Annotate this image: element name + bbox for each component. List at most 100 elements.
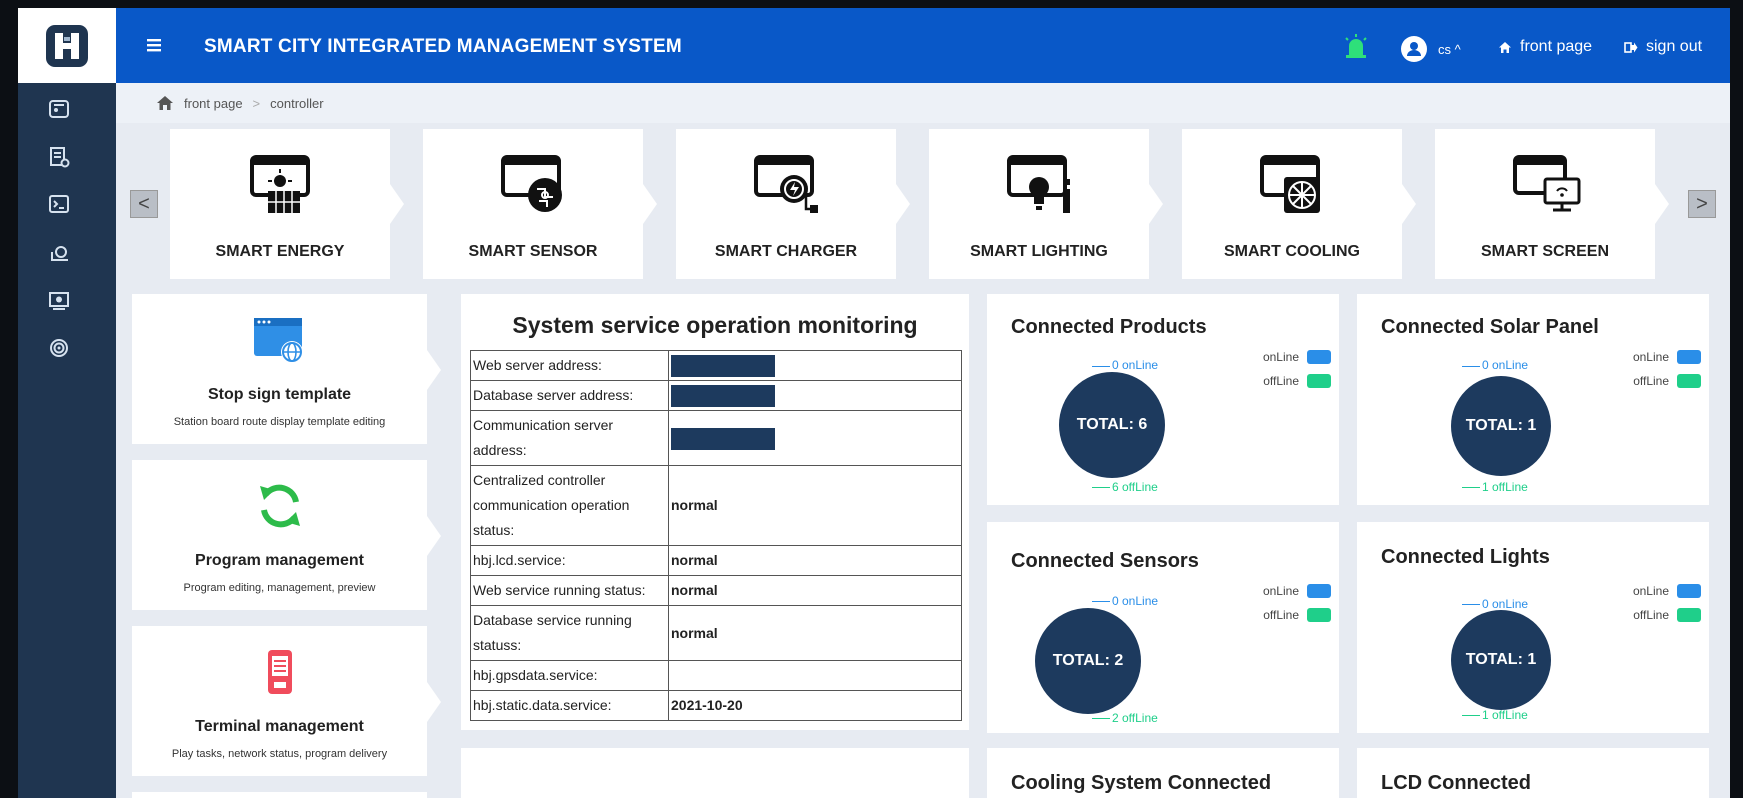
online-leader-line xyxy=(1462,366,1480,367)
app-title: SMART CITY INTEGRATED MANAGEMENT SYSTEM xyxy=(204,36,682,57)
sign-out-icon xyxy=(1624,41,1638,53)
monitor-icon[interactable] xyxy=(46,240,72,266)
legend-offline-label: offLine xyxy=(1263,608,1299,622)
total-pie[interactable]: TOTAL: 1 xyxy=(1451,376,1551,476)
legend-online-label: onLine xyxy=(1262,584,1299,598)
refresh-icon xyxy=(260,484,300,528)
product-label: SMART SENSOR xyxy=(468,243,598,260)
terminal-icon[interactable] xyxy=(46,191,72,217)
front-page-link[interactable]: front page xyxy=(1498,38,1592,56)
offline-leader-line xyxy=(1092,718,1110,719)
alarm-light-icon[interactable] xyxy=(1342,33,1370,59)
product-card-smart-lighting[interactable]: SMART LIGHTING xyxy=(929,129,1163,279)
row-key: Database service running statuss: xyxy=(470,605,669,661)
row-key: hbj.static.data.service: xyxy=(470,690,669,721)
breadcrumb: front page > controller xyxy=(116,83,1730,123)
table-row: Database service running statuss: normal xyxy=(470,605,962,661)
stat-title: Cooling System Connected xyxy=(1011,772,1272,794)
row-key: Web server address: xyxy=(470,350,669,381)
legend-offline-label: offLine xyxy=(1633,374,1669,388)
breadcrumb-item-front-page[interactable]: front page xyxy=(184,96,243,111)
legend-offline: offLine xyxy=(1633,608,1701,622)
row-value: normal xyxy=(668,465,962,546)
sign-out-label: sign out xyxy=(1646,38,1703,55)
document-settings-icon[interactable] xyxy=(46,144,72,170)
menu-card-terminal-management[interactable]: Terminal management Play tasks, network … xyxy=(132,626,441,776)
card-pointer xyxy=(643,184,657,224)
stat-card-connected-lights: Connected Lights onLine offLine 0 onLine… xyxy=(1357,522,1709,733)
product-card-smart-screen[interactable]: SMART SCREEN xyxy=(1435,129,1669,279)
stat-title: Connected Lights xyxy=(1381,546,1550,568)
menu-card-description: Station board route display template edi… xyxy=(173,416,386,428)
online-count-label: 0 onLine xyxy=(1482,358,1529,372)
redacted-value xyxy=(671,385,775,408)
monitoring-table: Web server address: Database server addr… xyxy=(470,350,962,721)
legend-online: onLine xyxy=(1263,350,1331,364)
table-row: Web service running status: normal xyxy=(470,575,962,606)
stat-card-connected-products: Connected Products onLine offLine 0 onLi… xyxy=(987,294,1339,505)
screen-icon xyxy=(1513,155,1581,212)
menu-card-title: Terminal management xyxy=(195,718,364,735)
offline-count-label: 6 offLine xyxy=(1112,480,1158,494)
redacted-value xyxy=(671,427,775,450)
row-key: Centralized controller communication ope… xyxy=(470,465,669,546)
home-icon[interactable] xyxy=(156,95,174,111)
table-row: Database server address: xyxy=(470,380,962,411)
legend-swatch xyxy=(1307,584,1331,598)
hamburger-menu-icon[interactable] xyxy=(144,34,166,56)
redacted-value xyxy=(671,355,775,378)
top-header: SMART CITY INTEGRATED MANAGEMENT SYSTEM … xyxy=(116,8,1730,83)
logo-icon xyxy=(46,24,88,67)
menu-card-description: Program editing, management, preview xyxy=(183,582,376,594)
product-label: SMART SCREEN xyxy=(1480,243,1609,260)
online-count-label: 0 onLine xyxy=(1112,594,1159,608)
product-card-smart-sensor[interactable]: SMART SENSOR xyxy=(423,129,657,279)
total-pie[interactable]: TOTAL: 1 xyxy=(1451,610,1551,710)
carousel-prev-button[interactable]: < xyxy=(130,190,158,218)
sidebar xyxy=(18,8,116,798)
stat-card-lcd: LCD Connected xyxy=(1357,748,1709,798)
card-pointer xyxy=(1149,184,1163,224)
table-row: hbj.static.data.service: 2021-10-20 xyxy=(470,690,962,721)
legend-swatch xyxy=(1307,350,1331,364)
product-card-smart-energy[interactable]: SMART ENERGY xyxy=(170,129,404,279)
legend-offline: offLine xyxy=(1263,374,1331,388)
row-key: hbj.lcd.service: xyxy=(470,545,669,576)
cooling-icon xyxy=(1260,155,1320,213)
web-template-icon xyxy=(254,318,303,363)
sensor-icon xyxy=(501,155,562,212)
logo[interactable] xyxy=(18,8,116,83)
product-card-smart-cooling[interactable]: SMART COOLING xyxy=(1182,129,1416,279)
legend-online: onLine xyxy=(1633,584,1701,598)
legend-offline: offLine xyxy=(1633,374,1701,388)
menu-card-title: Stop sign template xyxy=(207,386,352,403)
online-leader-line xyxy=(1092,601,1110,602)
card-pointer xyxy=(1655,184,1669,224)
online-count-label: 0 onLine xyxy=(1112,358,1159,372)
legend-online-label: onLine xyxy=(1632,350,1669,364)
row-value xyxy=(668,350,962,381)
monitoring-title: System service operation monitoring xyxy=(512,312,918,338)
user-avatar-icon[interactable] xyxy=(1401,36,1427,62)
energy-icon xyxy=(250,155,310,213)
offline-leader-line xyxy=(1092,487,1110,488)
total-pie[interactable]: TOTAL: 6 xyxy=(1059,372,1165,478)
menu-card-stop-sign-template[interactable]: Stop sign template Station board route d… xyxy=(132,294,441,444)
total-pie[interactable]: TOTAL: 2 xyxy=(1035,608,1141,714)
product-card-smart-charger[interactable]: SMART CHARGER xyxy=(676,129,910,279)
carousel-next-button[interactable]: > xyxy=(1688,190,1716,218)
dashboard-icon[interactable] xyxy=(46,96,72,122)
radar-icon[interactable] xyxy=(46,335,72,361)
legend-offline-label: offLine xyxy=(1633,608,1669,622)
stat-card-connected-solar-panel: Connected Solar Panel onLine offLine 0 o… xyxy=(1357,294,1709,505)
legend-offline-label: offLine xyxy=(1263,374,1299,388)
sign-out-link[interactable]: sign out xyxy=(1624,38,1702,56)
menu-card-program-management[interactable]: Program management Program editing, mana… xyxy=(132,460,441,610)
display-icon[interactable] xyxy=(46,288,72,314)
menu-card-title: Program management xyxy=(195,552,364,569)
table-row: hbj.gpsdata.service: xyxy=(470,660,962,691)
menu-card-partial[interactable] xyxy=(132,792,427,798)
table-row: Centralized controller communication ope… xyxy=(470,465,962,546)
terminal-device-icon xyxy=(268,650,292,694)
user-menu[interactable]: cs ^ xyxy=(1438,42,1461,57)
